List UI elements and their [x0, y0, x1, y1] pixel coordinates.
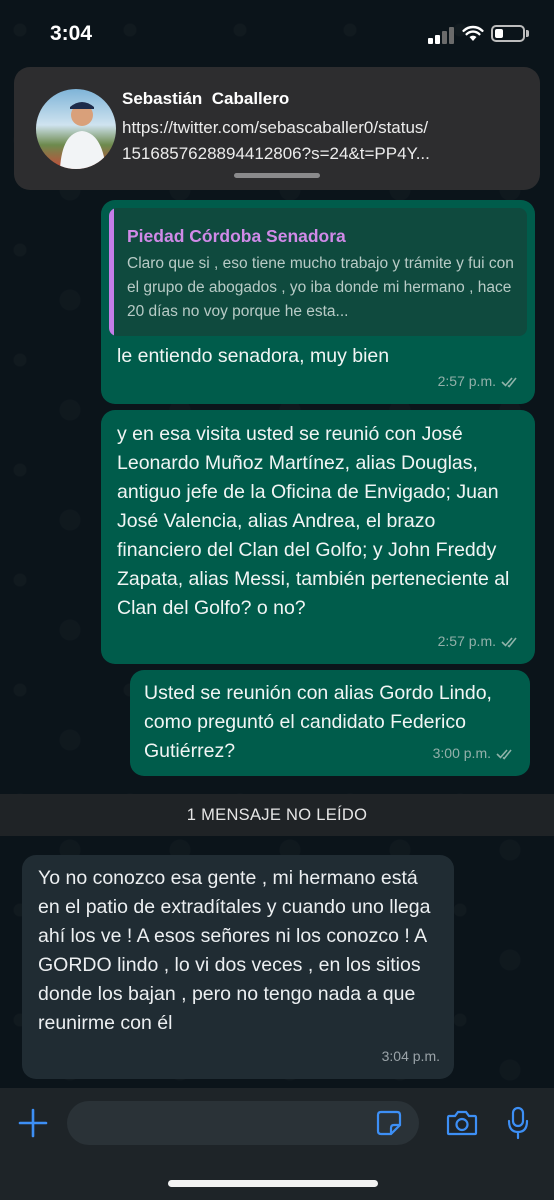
camera-icon[interactable]	[446, 1109, 478, 1137]
status-time: 3:04	[50, 22, 93, 45]
message-time: 2:57 p.m.	[437, 373, 496, 389]
preview-url-line-1: https://twitter.com/sebascaballer0/statu…	[122, 118, 429, 137]
message-text: le entiendo senadora, muy bien	[117, 345, 390, 367]
message-meta: 2:57 p.m.	[438, 627, 521, 656]
double-check-icon	[501, 376, 517, 388]
message-bubble-incoming[interactable]: Yo no conozco esa gente , mi hermano est…	[22, 855, 454, 1079]
message-bubble-outgoing[interactable]: Piedad Córdoba Senadora Claro que si , e…	[101, 200, 535, 404]
battery-icon	[491, 25, 525, 42]
message-time: 3:00 p.m.	[432, 745, 491, 761]
message-meta: 2:57 p.m.	[438, 367, 521, 396]
message-text: Yo no conozco esa gente , mi hermano est…	[38, 867, 431, 1034]
message-meta: 3:00 p.m.	[433, 739, 516, 768]
link-preview-notification[interactable]: Sebastián Caballero https://twitter.com/…	[14, 67, 540, 190]
unread-divider: 1 MENSAJE NO LEÍDO	[0, 794, 554, 836]
signal-icon	[428, 26, 456, 44]
quote-text: Claro que si , eso tiene mucho trabajo y…	[127, 255, 514, 320]
battery-cap	[526, 30, 529, 37]
drag-handle[interactable]	[234, 173, 320, 178]
home-indicator[interactable]	[168, 1180, 378, 1187]
message-time: 3:04 p.m.	[381, 1048, 440, 1064]
avatar	[36, 89, 116, 169]
double-check-icon	[496, 748, 512, 760]
sticker-icon[interactable]	[376, 1110, 402, 1136]
quote-author: Piedad Córdoba Senadora	[127, 226, 346, 246]
message-text: y en esa visita usted se reunió con José…	[117, 423, 510, 619]
message-input[interactable]	[67, 1101, 419, 1145]
message-time: 2:57 p.m.	[437, 633, 496, 649]
add-icon[interactable]	[18, 1108, 48, 1138]
quoted-message[interactable]: Piedad Córdoba Senadora Claro que si , e…	[109, 208, 527, 336]
message-meta: 3:04 p.m.	[382, 1042, 440, 1071]
status-bar: 3:04	[0, 0, 554, 66]
quote-accent-bar	[109, 208, 114, 336]
wifi-icon	[462, 25, 484, 41]
preview-url-line-2: 1516857628894412806?s=24&t=PP4Y...	[122, 144, 430, 163]
message-bubble-outgoing[interactable]: Usted se reunión con alias Gordo Lindo, …	[130, 670, 530, 776]
double-check-icon	[501, 636, 517, 648]
unread-label: 1 MENSAJE NO LEÍDO	[186, 805, 368, 824]
preview-sender-name: Sebastián Caballero	[122, 89, 290, 108]
microphone-icon[interactable]	[506, 1106, 530, 1140]
preview-link[interactable]: https://twitter.com/sebascaballer0/statu…	[122, 115, 522, 167]
message-bubble-outgoing[interactable]: y en esa visita usted se reunió con José…	[101, 410, 535, 664]
